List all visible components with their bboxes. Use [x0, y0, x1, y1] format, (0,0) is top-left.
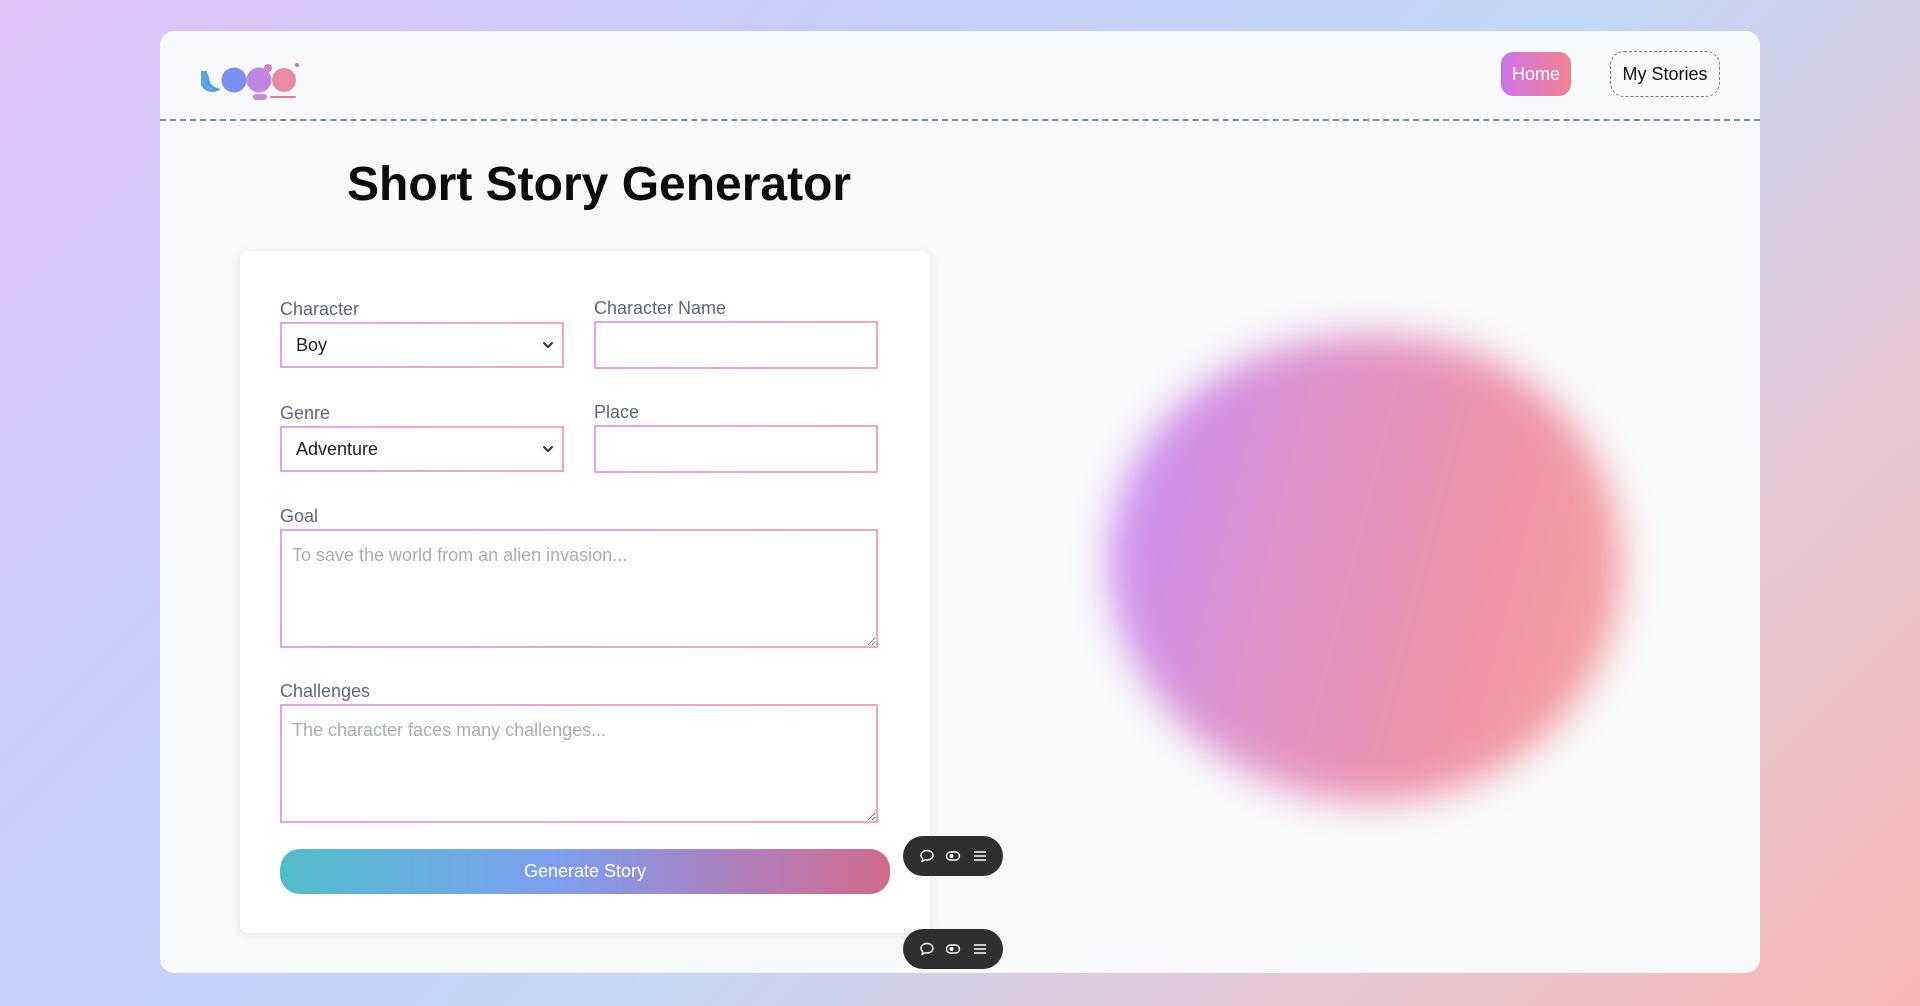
comment-icon[interactable] — [918, 847, 936, 865]
goal-label: Goal — [280, 506, 319, 526]
character-label: Character — [280, 299, 360, 319]
top-header: Home My Stories — [160, 31, 1760, 121]
page-title: Short Story Generator — [347, 158, 852, 211]
character-select-wrapper: Boy — [280, 322, 564, 368]
challenges-textarea[interactable] — [282, 706, 876, 821]
goal-wrapper — [280, 529, 878, 648]
eye-icon[interactable] — [944, 847, 962, 865]
main-card: Home My Stories Short Story Generator Ch… — [160, 31, 1760, 973]
place-label: Place — [594, 402, 640, 422]
character-select[interactable]: Boy — [282, 324, 562, 366]
menu-icon[interactable] — [971, 847, 989, 865]
nav-my-stories-button[interactable]: My Stories — [1610, 51, 1720, 97]
character-name-label: Character Name — [594, 298, 727, 318]
genre-label: Genre — [280, 403, 331, 423]
challenges-label: Challenges — [280, 681, 371, 701]
nav-home-button[interactable]: Home — [1501, 52, 1571, 96]
goal-textarea[interactable] — [282, 531, 876, 646]
logo-icon[interactable] — [199, 51, 299, 101]
eye-icon[interactable] — [944, 940, 962, 958]
place-input[interactable] — [596, 427, 876, 471]
floating-toolbar — [903, 929, 1003, 969]
character-name-wrapper — [594, 321, 878, 369]
character-name-input[interactable] — [596, 323, 876, 367]
floating-toolbar — [903, 836, 1003, 876]
story-form: Character Boy Character Name Genre Adven… — [240, 251, 930, 933]
menu-icon[interactable] — [971, 940, 989, 958]
challenges-wrapper — [280, 704, 878, 823]
place-wrapper — [594, 425, 878, 473]
comment-icon[interactable] — [918, 940, 936, 958]
generate-story-button[interactable]: Generate Story — [280, 849, 890, 894]
decorative-gradient-blob — [1060, 276, 1670, 856]
genre-select-wrapper: Adventure — [280, 426, 564, 472]
genre-select[interactable]: Adventure — [282, 428, 562, 470]
